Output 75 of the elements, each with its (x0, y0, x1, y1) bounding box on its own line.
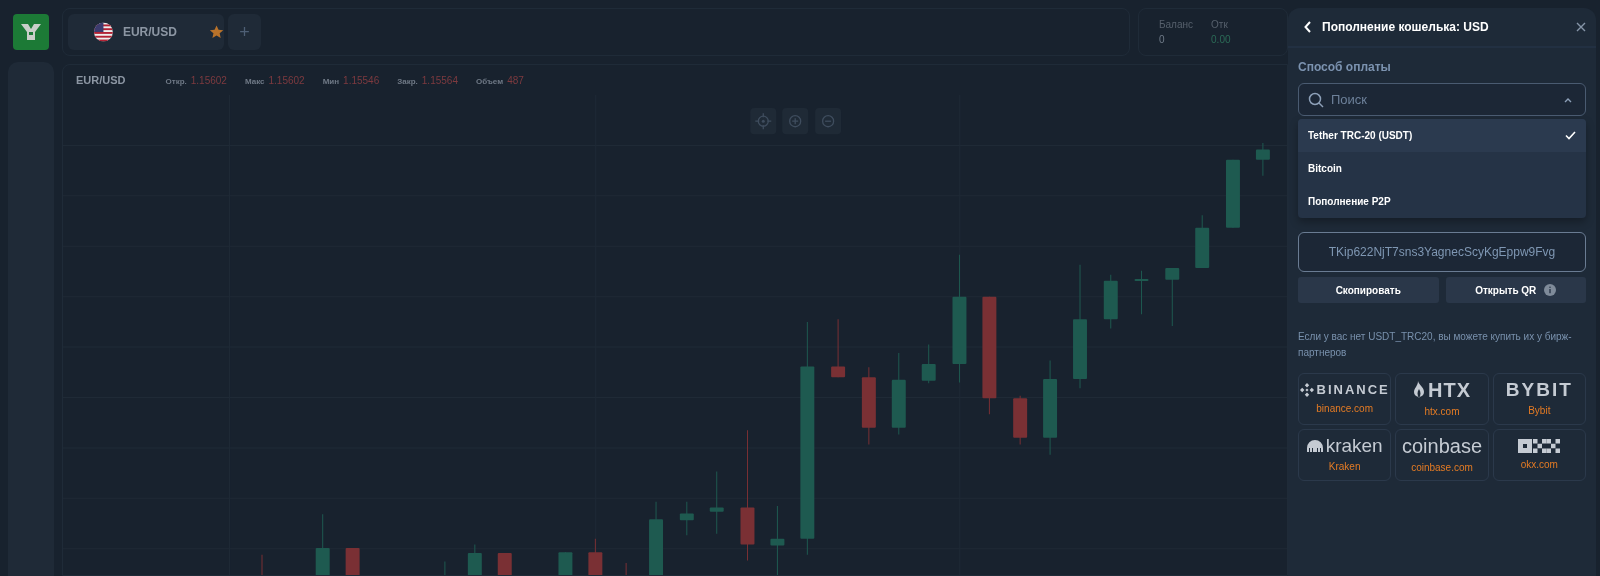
close-icon[interactable] (1576, 22, 1586, 32)
stat-value: 1.15602 (268, 73, 305, 88)
chart-symbol: EUR/USD (76, 72, 126, 88)
candle (1195, 214, 1210, 269)
info-text: Если у вас нет USDT_TRC20, вы можете купить их у бирж-партнеров (1298, 330, 1573, 360)
candle (679, 501, 694, 536)
stat-label: Откр. (165, 75, 187, 88)
exchange-link[interactable]: Kraken (1328, 459, 1361, 474)
candle (588, 538, 603, 575)
exchange-link[interactable]: coinbase.com (1411, 459, 1473, 475)
stat-label: Макс (244, 75, 265, 88)
stat-value: 487 (507, 73, 524, 88)
kraken-logo-icon (1306, 439, 1323, 452)
candle (921, 344, 936, 384)
candle (1165, 267, 1180, 327)
exchange-link[interactable]: binance.com (1316, 400, 1373, 416)
candle (709, 470, 724, 535)
back-icon[interactable] (1304, 21, 1312, 33)
balance-value: 0 (1159, 33, 1166, 47)
qr-button[interactable]: Открыть QR (1445, 277, 1586, 303)
stat-label: Закр. (397, 75, 418, 88)
stat-value: 1.15564 (421, 73, 458, 88)
candle (831, 318, 846, 378)
exchange-logo-text: HTX (1428, 379, 1471, 400)
exchange-link[interactable]: Bybit (1528, 403, 1551, 418)
dropdown-option[interactable]: Пополнение P2P (1298, 185, 1586, 218)
candle (558, 551, 573, 575)
panel-title: Пополнение кошелька: USD (1322, 19, 1490, 36)
exchange-logo-text: coinbase (1401, 435, 1482, 456)
candle (1134, 270, 1149, 315)
search-icon (1308, 92, 1324, 108)
candle (1226, 159, 1240, 229)
crosshair-button[interactable] (750, 108, 777, 135)
dropdown-option[interactable]: Tether TRC-20 (USDT) (1298, 119, 1586, 152)
stat-label: Мин (322, 75, 340, 88)
exchange-logo-text: kraken (1325, 436, 1383, 455)
copy-button[interactable]: Скопировать (1298, 277, 1439, 303)
info-icon (1544, 284, 1557, 296)
flame-icon (1413, 380, 1425, 399)
exchange-link[interactable]: okx.com (1520, 456, 1558, 472)
diamond-logo-icon (1299, 382, 1314, 397)
exchange-card[interactable]: HTX htx.com (1395, 373, 1489, 425)
candle (315, 513, 330, 575)
candle (467, 544, 482, 575)
check-icon (1565, 131, 1576, 140)
exchange-card[interactable]: BINANCE binance.com (1298, 373, 1392, 425)
exchange-card[interactable]: coinbase coinbase.com (1395, 429, 1489, 481)
stat-value: 1.15602 (190, 73, 227, 88)
exchange-card[interactable]: okx.com (1492, 429, 1586, 481)
candle (345, 547, 360, 575)
dropdown-option[interactable]: Bitcoin (1298, 152, 1586, 185)
exchange-logo-text: BINANCE (1316, 383, 1390, 396)
star-icon[interactable] (208, 24, 224, 40)
exchange-logo-text: BYBIT (1505, 380, 1573, 399)
tab[interactable]: EUR/USD (68, 14, 224, 50)
caret-icon (1564, 97, 1572, 103)
candle (1103, 274, 1118, 330)
stat-value: 1.15546 (343, 73, 380, 88)
search-field[interactable]: Поиск (1298, 83, 1586, 116)
exchange-card[interactable]: BYBIT Bybit (1492, 373, 1586, 425)
balance-value: 0.00 (1211, 33, 1231, 47)
exchange-card[interactable]: kraken Kraken (1298, 429, 1392, 481)
stat-label: Объем (475, 75, 504, 88)
balance-label: Отк (1211, 18, 1229, 32)
candle (497, 552, 512, 575)
okx-logo-icon (1518, 438, 1561, 453)
flag-icon (94, 22, 113, 42)
app-logo[interactable] (13, 14, 49, 50)
candle (770, 505, 785, 575)
candle (1255, 142, 1270, 177)
candle (1013, 395, 1028, 446)
exchange-link[interactable]: htx.com (1424, 403, 1460, 419)
address-field[interactable]: TKip622NjT7sns3YagnecScyKgEppw9Fvg (1298, 232, 1586, 272)
balance-label: Баланс (1159, 18, 1194, 32)
field-label: Способ оплаты (1298, 59, 1392, 76)
